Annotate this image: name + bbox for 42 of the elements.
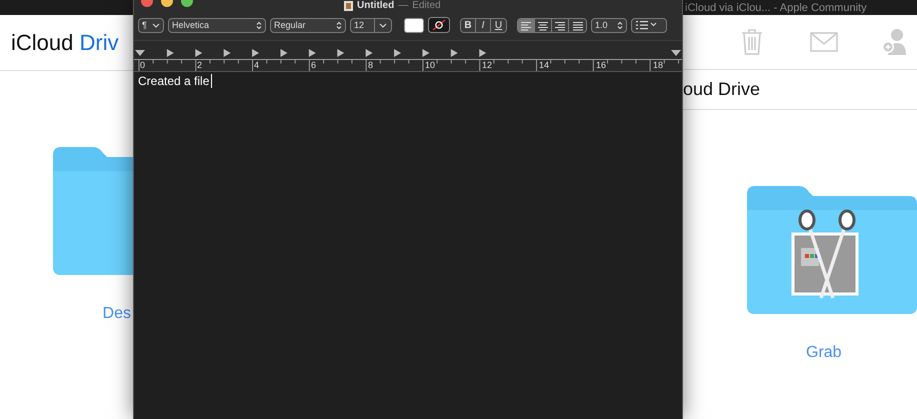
edited-status: Edited [412,0,441,11]
italic-button[interactable]: I [476,18,491,32]
folder-with-scissors-icon[interactable] [747,186,917,314]
page-title: iCloud Driv [11,30,119,56]
window-title: Untitled [357,0,394,11]
list-style-button[interactable] [631,18,667,32]
chevron-down-icon [379,22,387,28]
font-family-select[interactable]: Helvetica [168,18,266,32]
align-justify-button[interactable] [569,18,586,32]
paragraph-style-button[interactable]: ¶ [138,18,164,32]
page-title: oud Drive [683,79,760,100]
folder-icon[interactable] [53,147,133,275]
background-color-well[interactable] [428,17,450,33]
ruler-label: 8 [368,60,374,70]
text-color-well[interactable] [404,18,424,32]
stepper-arrows-icon [336,20,342,30]
text-cursor [211,74,212,88]
list-icon [635,20,657,30]
browser-tab-title: iCloud via iClou... - Apple Community [685,2,867,14]
ruler-label: 6 [311,60,318,70]
ruler-label: 2 [197,60,204,70]
ruler-label: 0 [140,60,146,70]
ruler-label: 10 [425,60,436,70]
typeface-select[interactable]: Regular [270,18,346,32]
chevron-down-icon [152,22,160,28]
line-spacing-select[interactable]: 1.0 [591,18,627,32]
ruler-label: 12 [482,60,494,70]
underline-button[interactable]: U [491,18,506,32]
tab-stops-drawing[interactable] [134,47,682,59]
align-right-button[interactable] [552,18,569,32]
title-separator: — [398,0,408,11]
document-icon [344,0,353,10]
document-text: Created a file [138,74,210,88]
stepper-arrows-icon [256,20,262,30]
bold-button[interactable]: B [461,18,476,32]
align-center-button[interactable] [535,18,552,32]
font-size-field[interactable]: 12 [350,18,392,32]
stepper-arrows-icon [617,20,623,30]
ruler-label: 16 [596,60,608,70]
ruler-label: 4 [254,60,260,70]
ruler-label: 14 [539,60,550,70]
ruler-label: 18 [653,60,664,70]
